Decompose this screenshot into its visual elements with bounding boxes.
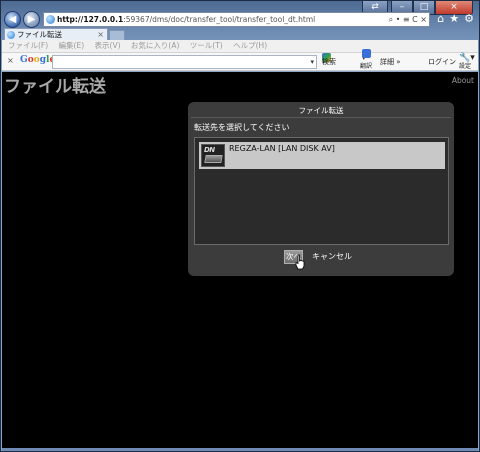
gear-icon[interactable]: ⚙ — [464, 12, 474, 25]
dialog-prompt: 転送先を選択してください — [194, 123, 290, 132]
star-icon[interactable]: ★ — [449, 12, 459, 25]
search-dropdown-icon[interactable]: ▾ — [310, 56, 314, 68]
browser-tool-icons: ⌂ ★ ⚙ — [437, 12, 474, 25]
destination-label: REGZA-LAN [LAN DISK AV] — [229, 144, 335, 153]
browser-window: ⇄ – □ × ◀ ▶ http://127.0.0.1:59367/dms/d… — [0, 0, 480, 452]
hand-cursor-icon — [295, 254, 305, 270]
menu-file[interactable]: ファイル(F) — [8, 41, 48, 50]
google-search-input[interactable]: ▾ — [52, 55, 317, 69]
tab-title: ファイル転送 — [17, 30, 62, 39]
url-host: http://127.0.0.1 — [57, 15, 124, 24]
toolbar-close-icon[interactable]: × — [7, 56, 14, 65]
url-path: :59367/dms/doc/transfer_tool/transfer_to… — [123, 15, 316, 24]
google-toolbar-items: 検索 ▾ ▾ 翻訳 詳細 » ログイン 🔧▾ 設定 — [322, 49, 478, 71]
home-icon[interactable]: ⌂ — [437, 12, 444, 25]
back-button[interactable]: ◀ — [4, 11, 21, 28]
dialog-divider — [191, 117, 451, 118]
menu-view[interactable]: 表示(V) — [95, 41, 121, 50]
search-button-label: 検索 — [322, 58, 336, 66]
menu-tools[interactable]: ツール(T) — [190, 41, 223, 50]
translate-icon — [362, 49, 371, 58]
address-bar-icons[interactable]: ⌕ • ≡ C × — [389, 13, 427, 26]
file-transfer-dialog: ファイル転送 転送先を選択してください DN REGZA-LAN [LAN DI… — [188, 102, 454, 276]
address-row: ◀ ▶ http://127.0.0.1:59367/dms/doc/trans… — [4, 11, 476, 29]
page-title: ファイル転送 — [4, 77, 106, 97]
tab-file-transfer[interactable]: ファイル転送 × — [4, 28, 108, 40]
logo-letter: G — [20, 55, 28, 65]
destination-list[interactable]: DN REGZA-LAN [LAN DISK AV] — [194, 137, 449, 245]
google-toolbar: × Google ▾ 検索 ▾ ▾ 翻訳 詳細 » ログイン 🔧▾ 設定 — [2, 49, 478, 71]
ie-favicon-icon — [46, 15, 55, 24]
cancel-button[interactable]: キャンセル — [312, 251, 352, 262]
menu-help[interactable]: ヘルプ(H) — [233, 41, 267, 50]
status-bar — [2, 448, 478, 451]
new-tab-button[interactable] — [109, 30, 125, 40]
forward-button[interactable]: ▶ — [23, 11, 40, 28]
disk-box-shape — [204, 155, 223, 163]
nas-device-icon: DN — [201, 144, 225, 167]
more-button[interactable]: 詳細 » — [380, 53, 401, 71]
address-bar[interactable]: http://127.0.0.1:59367/dms/doc/transfer_… — [43, 12, 430, 27]
search-button[interactable]: 検索 ▾ — [322, 53, 336, 71]
menu-edit[interactable]: 編集(E) — [59, 41, 85, 50]
tab-favicon-icon — [7, 31, 15, 39]
menu-bar: ファイル(F) 編集(E) 表示(V) お気に入り(A) ツール(T) ヘルプ(… — [2, 40, 478, 53]
about-link[interactable]: About — [452, 76, 474, 85]
destination-item[interactable]: DN REGZA-LAN [LAN DISK AV] — [199, 142, 445, 169]
device-icon-text: DN — [204, 146, 215, 154]
login-button[interactable]: ログイン — [428, 53, 456, 71]
tab-close-icon[interactable]: × — [97, 29, 104, 40]
dialog-title: ファイル転送 — [298, 106, 344, 115]
menu-favorites[interactable]: お気に入り(A) — [131, 41, 179, 50]
google-logo: Google — [20, 55, 55, 65]
